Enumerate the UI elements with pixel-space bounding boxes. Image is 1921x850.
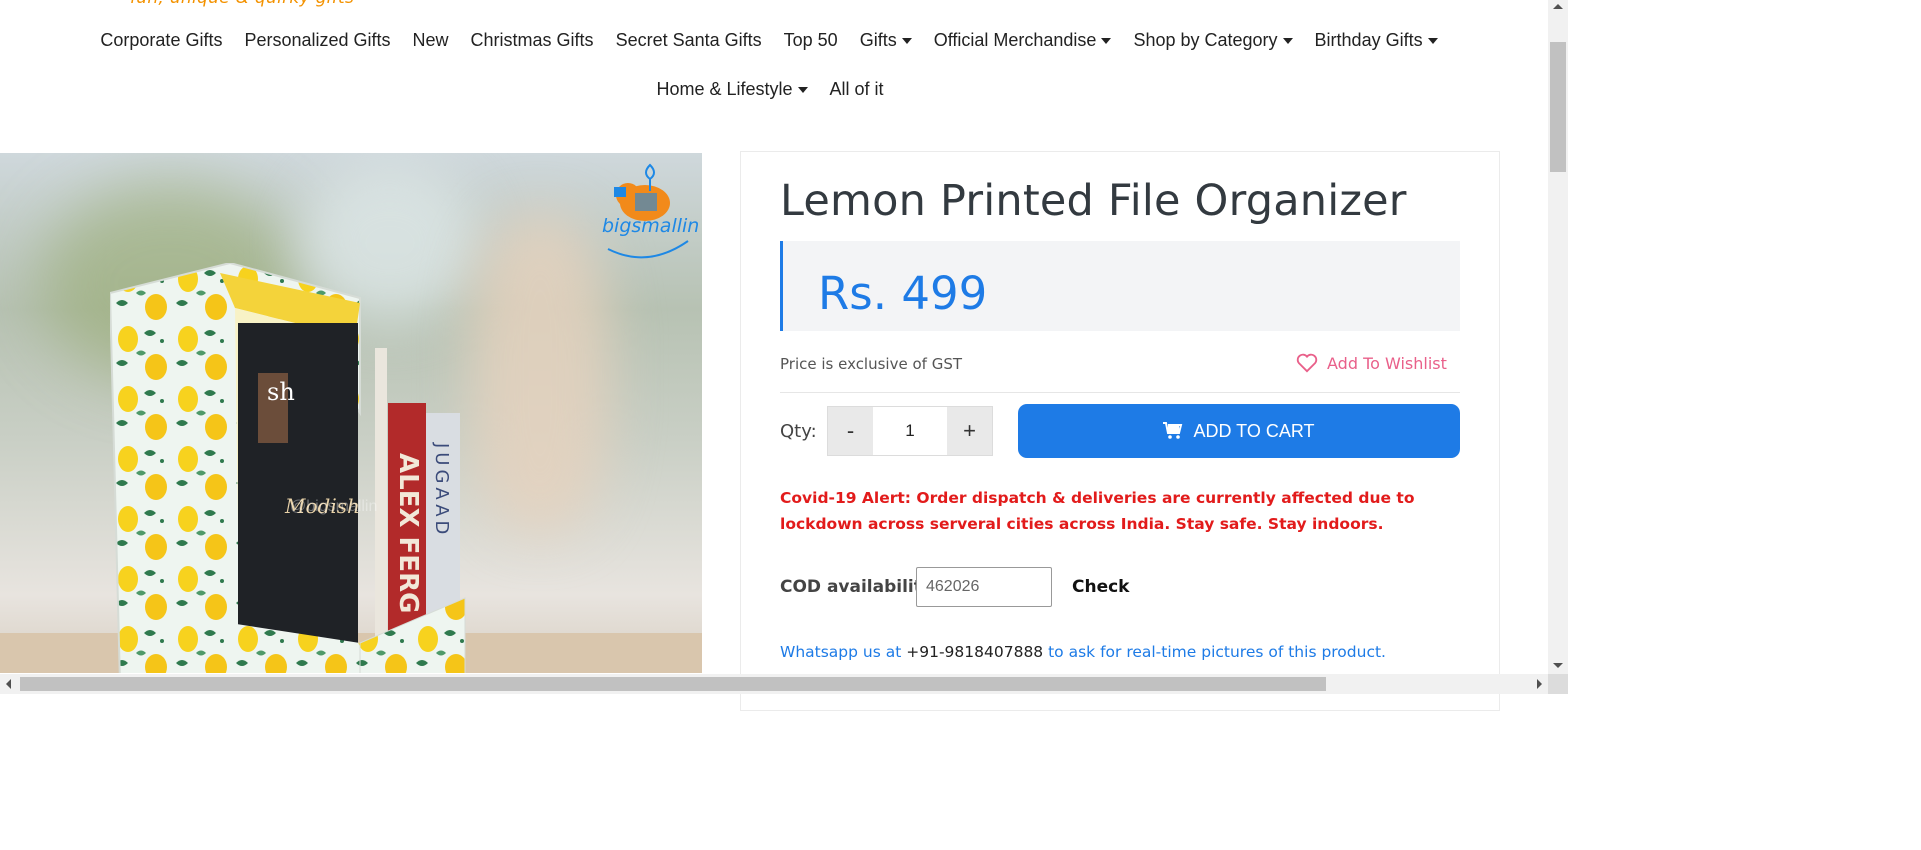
nav-item-corporate-gifts[interactable]: Corporate Gifts <box>100 27 222 53</box>
nav-item-new[interactable]: New <box>413 27 449 53</box>
book-title-1: sh <box>267 378 295 406</box>
nav-item-official-merchandise[interactable]: Official Merchandise <box>934 27 1112 53</box>
wishlist-label: Add To Wishlist <box>1327 353 1447 373</box>
site-tagline: fun, unique & quirky gifts <box>130 0 354 8</box>
nav-item-label: Gifts <box>859 30 897 50</box>
nav-item-label: All of it <box>829 79 884 99</box>
whatsapp-prefix: Whatsapp us at <box>780 643 902 661</box>
background-figure <box>470 213 610 533</box>
whatsapp-phone-link[interactable]: +91-9818407888 <box>906 643 1043 661</box>
nav-item-all-of-it[interactable]: All of it <box>830 76 884 102</box>
bigsmallin-elephant-logo-icon <box>607 163 689 259</box>
scrollbar-corner <box>1548 674 1568 694</box>
bigsmallin-logo-text: bigsmallin <box>602 215 700 237</box>
vertical-scroll-thumb[interactable] <box>1550 42 1566 172</box>
caret-down-icon <box>1101 38 1112 44</box>
add-to-cart-label: ADD TO CART <box>1193 420 1315 441</box>
nav-item-label: Corporate Gifts <box>100 30 223 50</box>
whatsapp-note: Whatsapp us at +91-9818407888 to ask for… <box>780 643 1386 661</box>
nav-row-2: Home & Lifestyle All of it <box>0 76 1540 102</box>
price-box: Rs. 499 <box>780 241 1460 331</box>
qty-input[interactable] <box>873 407 947 455</box>
book-title-4: JUGAAD <box>431 442 452 538</box>
nav-item-label: Shop by Category <box>1133 30 1278 50</box>
check-cod-button[interactable]: Check <box>1072 577 1130 597</box>
nav-item-label: New <box>412 30 449 50</box>
nav-item-shop-by-category[interactable]: Shop by Category <box>1133 27 1293 53</box>
scroll-down-arrow-icon[interactable] <box>1553 663 1563 668</box>
cod-label: COD availability <box>780 577 933 597</box>
whatsapp-suffix: to ask for real-time pictures of this pr… <box>1048 643 1386 661</box>
main-nav: Corporate Gifts Personalized Gifts New Chri… <box>0 27 1540 102</box>
nav-item-home-lifestyle[interactable]: Home & Lifestyle <box>656 76 808 102</box>
covid-alert: Covid-19 Alert: Order dispatch & deliver… <box>780 489 1415 533</box>
quantity-stepper: - + <box>827 406 993 456</box>
caret-down-icon <box>797 87 808 93</box>
horizontal-scrollbar[interactable] <box>0 674 1548 694</box>
nav-item-personalized-gifts[interactable]: Personalized Gifts <box>244 27 390 53</box>
add-to-cart-button[interactable]: ADD TO CART <box>1018 404 1460 458</box>
nav-item-secret-santa-gifts[interactable]: Secret Santa Gifts <box>616 27 762 53</box>
file-organizer-illustration: sh Modish ALEX FERG JUGAAD <box>110 263 466 673</box>
vertical-scrollbar[interactable] <box>1548 0 1568 674</box>
nav-item-label: Home & Lifestyle <box>656 79 793 99</box>
nav-item-birthday-gifts[interactable]: Birthday Gifts <box>1315 27 1438 53</box>
caret-down-icon <box>1282 38 1293 44</box>
gst-note: Price is exclusive of GST <box>780 355 962 373</box>
image-watermark: @bigsmallin <box>290 498 378 515</box>
product-title: Lemon Printed File Organizer <box>780 176 1407 226</box>
nav-item-label: Christmas Gifts <box>470 30 594 50</box>
heart-icon <box>1296 353 1318 373</box>
caret-down-icon <box>901 38 912 44</box>
qty-increase-button[interactable]: + <box>947 407 992 455</box>
nav-item-label: Official Merchandise <box>933 30 1097 50</box>
caret-down-icon <box>1427 38 1438 44</box>
nav-item-label: Secret Santa Gifts <box>615 30 762 50</box>
scroll-right-arrow-icon[interactable] <box>1537 679 1542 689</box>
scroll-left-arrow-icon[interactable] <box>6 679 11 689</box>
add-to-wishlist-button[interactable]: Add To Wishlist <box>1296 353 1447 373</box>
nav-item-gifts[interactable]: Gifts <box>860 27 912 53</box>
nav-item-label: Top 50 <box>783 30 838 50</box>
nav-row-1: Corporate Gifts Personalized Gifts New Chri… <box>0 27 1540 53</box>
qty-label: Qty: <box>780 421 817 442</box>
qty-decrease-button[interactable]: - <box>828 407 873 455</box>
divider <box>780 392 1460 393</box>
product-image[interactable]: sh Modish ALEX FERG JUGAAD @bigsmallin b… <box>0 153 702 673</box>
product-price: Rs. 499 <box>818 267 988 320</box>
nav-item-top-50[interactable]: Top 50 <box>784 27 838 53</box>
horizontal-scroll-thumb[interactable] <box>20 677 1326 691</box>
pincode-input[interactable] <box>916 567 1052 607</box>
nav-item-christmas-gifts[interactable]: Christmas Gifts <box>471 27 594 53</box>
scroll-up-arrow-icon[interactable] <box>1553 4 1563 9</box>
book-title-3: ALEX FERG <box>393 453 423 613</box>
nav-item-label: Birthday Gifts <box>1314 30 1423 50</box>
cart-icon <box>1163 422 1183 439</box>
nav-item-label: Personalized Gifts <box>244 30 391 50</box>
